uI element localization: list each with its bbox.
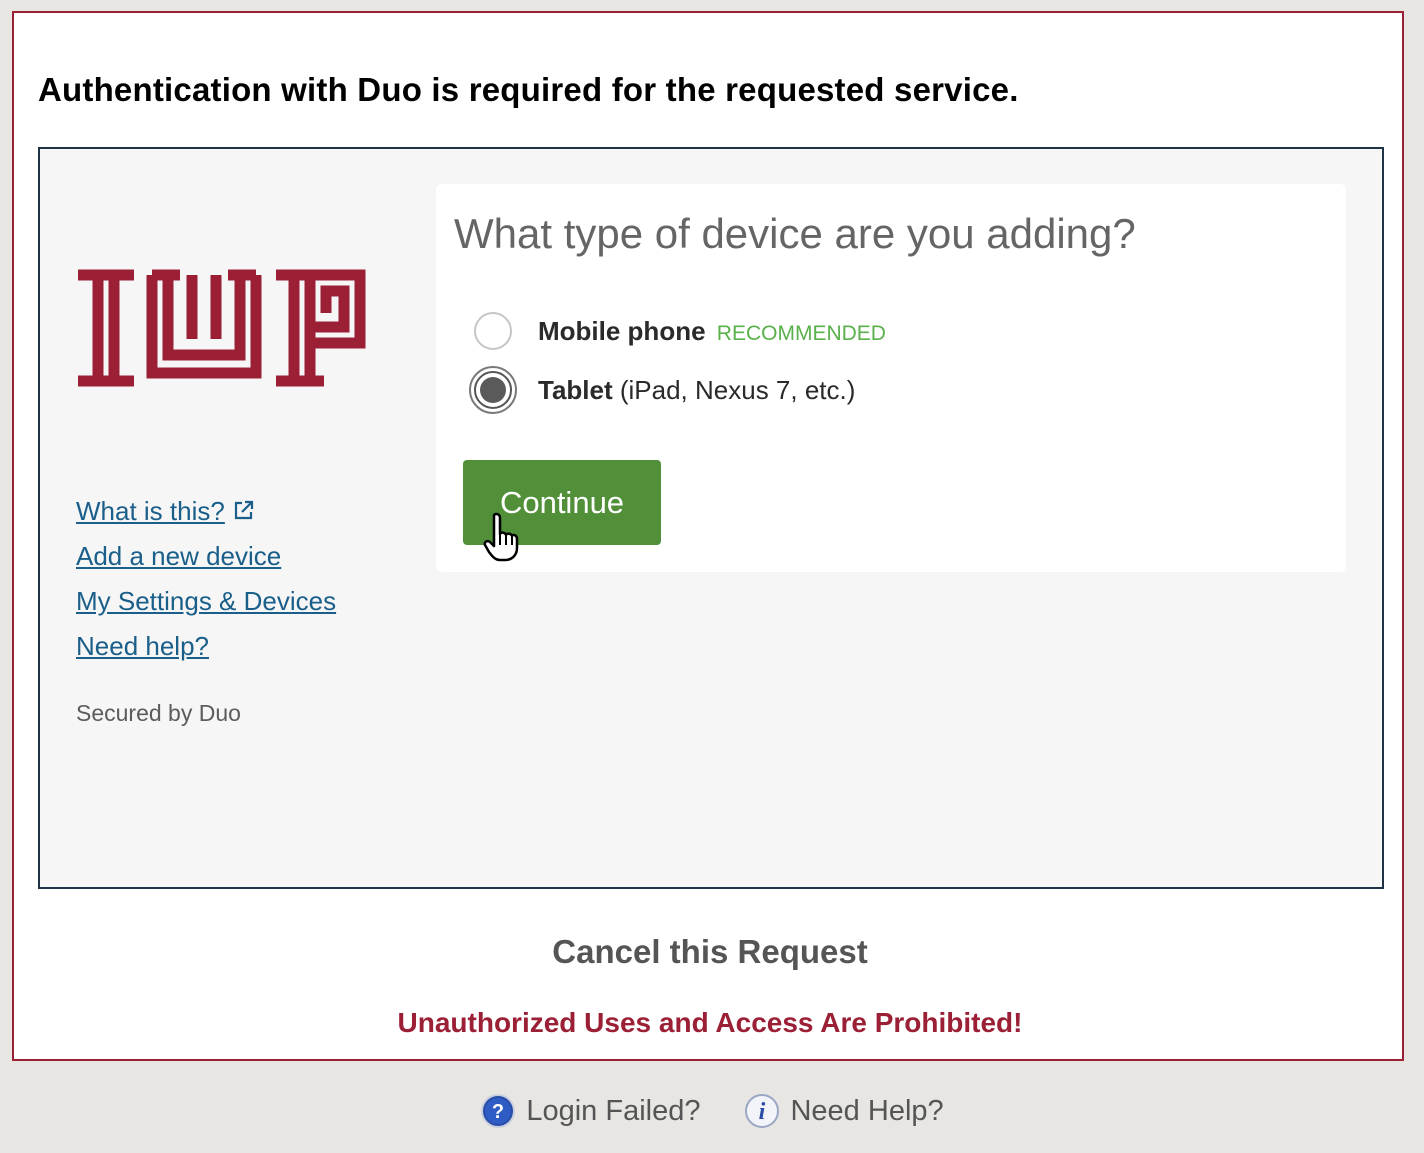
tablet-radio[interactable] (469, 366, 517, 414)
login-failed-label: Login Failed? (526, 1094, 701, 1127)
info-icon: i (745, 1094, 780, 1128)
page-container: Authentication with Duo is required for … (12, 11, 1404, 1061)
option-tablet[interactable]: Tablet (iPad, Nexus 7, etc.) (469, 366, 855, 414)
device-type-card: What type of device are you adding? Mobi… (436, 184, 1346, 572)
what-is-this-label: What is this? (76, 496, 225, 526)
mobile-phone-radio[interactable] (474, 312, 512, 350)
tablet-detail: (iPad, Nexus 7, etc.) (612, 374, 856, 405)
tablet-label-wrap: Tablet (iPad, Nexus 7, etc.) (538, 375, 855, 406)
need-help-link[interactable]: Need help? (76, 624, 416, 669)
page-title: Authentication with Duo is required for … (38, 71, 1019, 108)
external-link-icon (234, 500, 253, 520)
mobile-phone-label-wrap: Mobile phone RECOMMENDED (538, 316, 886, 347)
my-settings-devices-link[interactable]: My Settings & Devices (76, 579, 416, 624)
hand-pointer-icon (483, 512, 519, 562)
login-failed-link[interactable]: ? Login Failed? (480, 1093, 700, 1129)
tablet-label: Tablet (538, 374, 613, 405)
footer: ? Login Failed? i Need Help? (0, 1093, 1424, 1129)
need-help-footer-label: Need Help? (790, 1094, 944, 1127)
what-is-this-link[interactable]: What is this? (76, 489, 416, 534)
side-links: What is this? Add a new device My Settin… (76, 489, 416, 669)
recommended-badge: RECOMMENDED (716, 321, 886, 345)
secured-by-duo: Secured by Duo (76, 700, 241, 726)
duo-prompt-frame: What is this? Add a new device My Settin… (38, 147, 1384, 889)
svg-text:i: i (759, 1099, 766, 1125)
mobile-phone-label: Mobile phone (538, 315, 706, 346)
question-mark-icon: ? (481, 1094, 516, 1128)
iup-logo (78, 269, 366, 387)
cancel-request-link[interactable]: Cancel this Request (14, 933, 1406, 971)
unauthorized-warning: Unauthorized Uses and Access Are Prohibi… (397, 1007, 1023, 1038)
need-help-footer-link[interactable]: i Need Help? (744, 1093, 944, 1129)
option-mobile-phone[interactable]: Mobile phone RECOMMENDED (474, 308, 886, 354)
svg-text:?: ? (492, 1101, 504, 1123)
add-new-device-link[interactable]: Add a new device (76, 534, 416, 579)
device-type-question: What type of device are you adding? (454, 210, 1136, 257)
